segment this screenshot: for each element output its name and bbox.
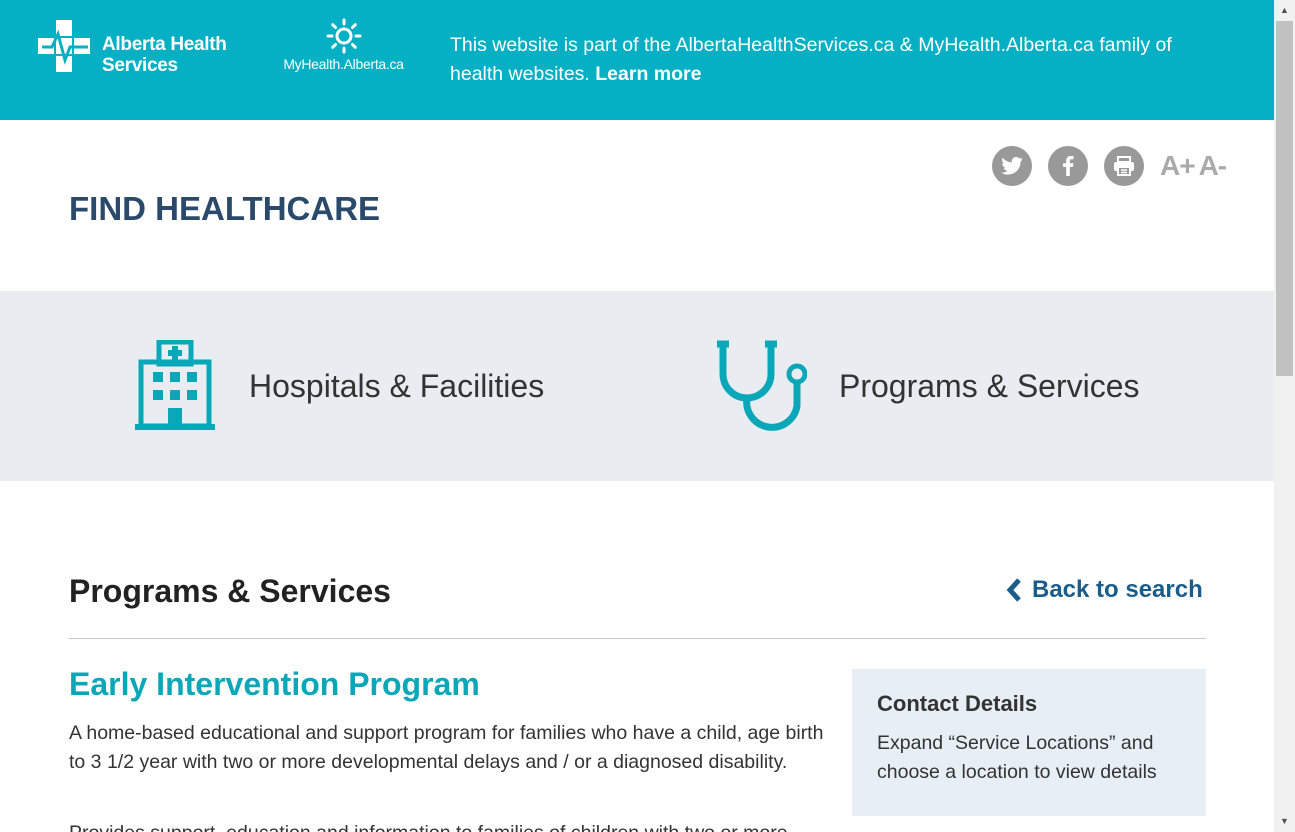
font-increase-button[interactable]: A+: [1160, 150, 1196, 182]
contact-details-title: Contact Details: [877, 691, 1038, 716]
category-band: Hospitals & Facilities Programs & Servic…: [0, 291, 1274, 481]
ahs-logo-line1: Alberta Health: [102, 34, 227, 55]
category-hospitals[interactable]: Hospitals & Facilities: [135, 291, 544, 481]
chevron-left-icon: [1006, 578, 1021, 602]
contact-details-box: Contact Details Expand “Service Location…: [852, 669, 1206, 816]
scroll-up-arrow-icon[interactable]: ▲: [1274, 0, 1295, 21]
myhealth-logo-text: MyHealth.Alberta.ca: [283, 56, 404, 72]
stethoscope-icon: [717, 340, 807, 431]
scroll-thumb[interactable]: [1276, 21, 1293, 376]
ahs-cross-icon: [38, 20, 90, 72]
banner-message-text: This website is part of the AlbertaHealt…: [450, 34, 1172, 85]
scroll-down-arrow-icon[interactable]: ▼: [1274, 811, 1295, 832]
twitter-icon[interactable]: [992, 146, 1032, 186]
back-to-search-link[interactable]: Back to search: [1006, 576, 1203, 604]
page-title: FIND HEALTHCARE: [69, 190, 381, 227]
vertical-scrollbar[interactable]: ▲ ▼: [1274, 0, 1295, 832]
banner-message: This website is part of the AlbertaHealt…: [450, 31, 1210, 89]
category-hospitals-label: Hospitals & Facilities: [249, 367, 545, 404]
ahs-logo-text: Alberta Health Services: [102, 34, 227, 76]
ahs-logo[interactable]: Alberta Health Services: [38, 20, 228, 76]
section-divider: [69, 638, 1206, 639]
hospital-icon: [135, 340, 215, 430]
font-decrease-button[interactable]: A-: [1199, 150, 1228, 182]
myhealth-logo[interactable]: MyHealth.Alberta.ca: [276, 18, 411, 78]
site-banner: Alberta Health Services MyHealth.Alberta…: [0, 0, 1274, 120]
program-title: Early Intervention Program: [69, 666, 480, 702]
program-description: A home-based educational and support pro…: [69, 722, 824, 773]
facebook-icon[interactable]: [1048, 146, 1088, 186]
share-toolbar: A+ A-: [992, 146, 1230, 186]
print-icon[interactable]: [1104, 146, 1144, 186]
back-to-search-label: Back to search: [1032, 576, 1203, 603]
program-description-continued: Provides support, education and informat…: [69, 819, 829, 832]
category-programs[interactable]: Programs & Services: [715, 291, 1140, 481]
ahs-logo-line2: Services: [102, 55, 178, 76]
section-title: Programs & Services: [69, 573, 391, 609]
contact-details-text: Expand “Service Locations” and choose a …: [877, 732, 1157, 783]
learn-more-link[interactable]: Learn more: [595, 63, 701, 85]
sun-icon: [326, 18, 361, 54]
category-programs-label: Programs & Services: [839, 367, 1140, 404]
